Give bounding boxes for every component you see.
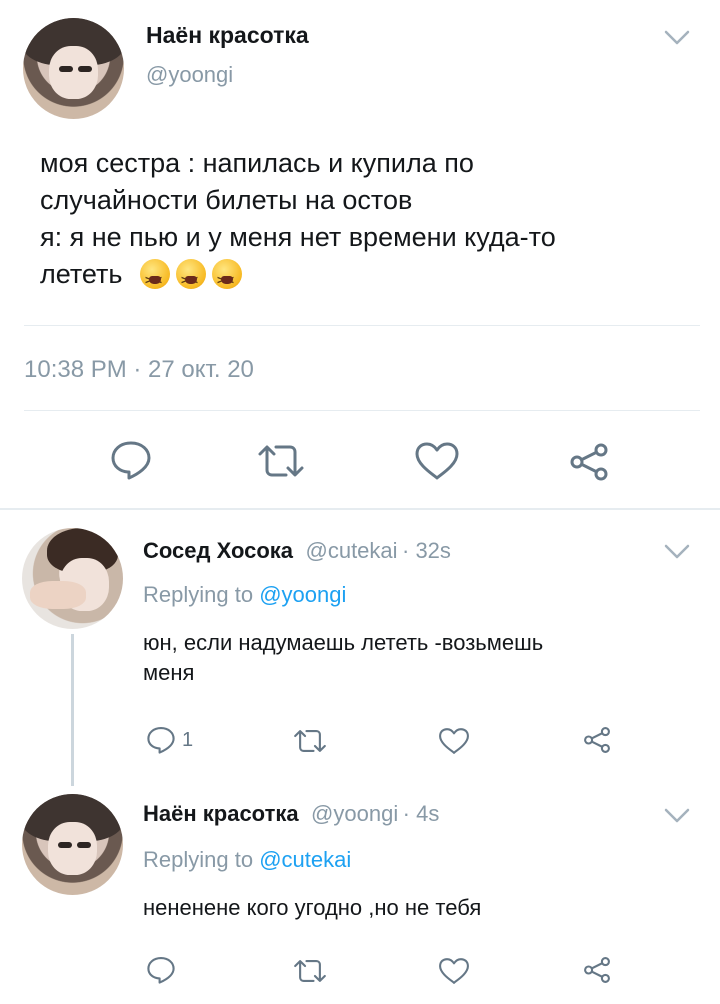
author-name[interactable]: Сосед Хосока (143, 538, 293, 563)
tweet-text: моя сестра : напилась и купила по случай… (40, 145, 700, 299)
reply-time: · 4s (402, 801, 440, 826)
replying-to-link[interactable]: @yoongi (259, 582, 346, 607)
share-icon[interactable] (568, 442, 610, 482)
divider (24, 325, 700, 326)
replying-to-label: Replying to (143, 847, 254, 872)
avatar[interactable] (23, 18, 124, 119)
avatar-hand (30, 580, 86, 609)
chevron-down-icon[interactable] (664, 808, 690, 824)
reply-icon[interactable] (146, 726, 176, 754)
replying-to-label: Replying to (143, 582, 254, 607)
tweet-timestamp[interactable]: 10:38 PM · 27 окт. 20 (24, 356, 254, 384)
divider (24, 410, 700, 411)
author-handle[interactable]: @cutekai (306, 538, 398, 563)
avatar-eye (76, 842, 91, 848)
divider (0, 508, 720, 510)
reply-icon[interactable] (110, 440, 152, 480)
reply-text-line: юн, если надумаешь лететь -возьмешь (143, 630, 544, 655)
reply-text: юн, если надумаешь лететь -возьмешь меня (143, 628, 703, 688)
avatar-eye (59, 66, 74, 72)
reply-count: 1 (182, 729, 194, 751)
like-icon[interactable] (438, 957, 470, 985)
tweet-text-line: моя сестра : напилась и купила по (40, 148, 474, 178)
tweet-text-line: я: я не пью и у меня нет времени куда-то (40, 222, 556, 252)
replying-to-link[interactable]: @cutekai (259, 847, 351, 872)
tired-face-emoji (212, 259, 243, 299)
share-icon[interactable] (582, 956, 612, 984)
avatar[interactable] (22, 528, 123, 629)
retweet-icon[interactable] (292, 959, 328, 983)
avatar-eye (77, 66, 92, 72)
retweet-icon[interactable] (292, 729, 328, 753)
author-name[interactable]: Наён красотка (143, 801, 299, 826)
author-handle[interactable]: @yoongi (146, 62, 233, 88)
tweet-text-line-last: лететь (40, 256, 700, 299)
like-icon[interactable] (414, 441, 460, 481)
tired-face-emoji (140, 259, 171, 299)
replying-to: Replying to @cutekai (143, 847, 351, 873)
reply-icon[interactable] (146, 956, 176, 984)
share-icon[interactable] (582, 726, 612, 754)
reply-text: нененене кого угодно ,но не тебя (143, 893, 703, 923)
author-handle[interactable]: @yoongi (311, 801, 398, 826)
avatar-eye (58, 842, 73, 848)
avatar[interactable] (22, 794, 123, 895)
tweet-text-line: лететь (40, 259, 123, 289)
retweet-icon[interactable] (256, 444, 306, 478)
chevron-down-icon[interactable] (664, 544, 690, 560)
like-icon[interactable] (438, 727, 470, 755)
reply-time: · 32s (402, 538, 451, 563)
author-name[interactable]: Наён красотка (146, 22, 309, 49)
thread-line (71, 634, 74, 786)
tweet-text-line: случайности билеты на остов (40, 185, 413, 215)
reply-text-line: меня (143, 660, 195, 685)
chevron-down-icon[interactable] (664, 30, 690, 46)
replying-to: Replying to @yoongi (143, 582, 346, 608)
reply-text-line: нененене кого угодно ,но не тебя (143, 895, 482, 920)
tired-face-emoji (176, 259, 207, 299)
reply-header: Сосед Хосока @cutekai · 32s (143, 538, 451, 564)
reply-header: Наён красотка @yoongi · 4s (143, 801, 439, 827)
avatar-face (48, 822, 97, 875)
avatar-face (49, 46, 98, 99)
